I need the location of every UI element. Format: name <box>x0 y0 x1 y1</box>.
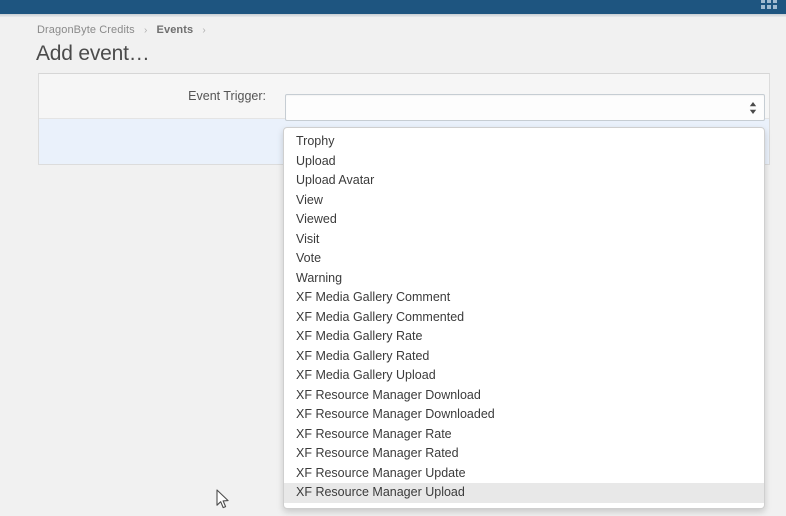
dropdown-option[interactable]: Trophy <box>284 132 764 152</box>
dropdown-option[interactable]: Viewed <box>284 210 764 230</box>
event-trigger-dropdown-list[interactable]: Trophy Upload Upload Avatar View Viewed Visit… <box>283 127 765 509</box>
breadcrumb-item-events[interactable]: Events <box>157 24 194 36</box>
dropdown-option[interactable]: XF Media Gallery Rated <box>284 347 764 367</box>
dropdown-option[interactable]: Warning <box>284 269 764 289</box>
dropdown-option[interactable]: Upload <box>284 152 764 172</box>
dropdown-option[interactable]: Visit <box>284 230 764 250</box>
select-updown-arrow-icon[interactable] <box>749 100 757 116</box>
page-title: Add event… <box>36 42 150 65</box>
event-trigger-select[interactable] <box>285 94 765 121</box>
mouse-pointer <box>216 489 232 511</box>
dropdown-option[interactable]: XF Resource Manager Downloaded <box>284 405 764 425</box>
dropdown-option[interactable]: XF Resource Manager Rated <box>284 444 764 464</box>
app-header-bar <box>0 0 786 14</box>
dropdown-option[interactable]: XF Resource Manager Download <box>284 386 764 406</box>
dropdown-option[interactable]: XF Resource Manager Upload <box>284 483 764 503</box>
breadcrumb-item-dragonbyte-credits[interactable]: DragonByte Credits <box>37 24 135 36</box>
dropdown-option[interactable]: XF Media Gallery Commented <box>284 308 764 328</box>
dropdown-option[interactable]: Vote <box>284 249 764 269</box>
dropdown-option[interactable]: XF Resource Manager Update <box>284 464 764 484</box>
breadcrumb-separator-icon: › <box>143 25 148 36</box>
dropdown-option[interactable]: XF Media Gallery Rate <box>284 327 764 347</box>
dropdown-option[interactable]: XF Media Gallery Upload <box>284 366 764 386</box>
event-trigger-label: Event Trigger: <box>188 89 266 103</box>
dropdown-option[interactable]: View <box>284 191 764 211</box>
breadcrumb-separator-icon-2: › <box>202 25 206 36</box>
breadcrumb: DragonByte Credits › Events › <box>37 24 212 36</box>
dropdown-option[interactable]: Upload Avatar <box>284 171 764 191</box>
page-body: DragonByte Credits › Events › Add event…… <box>0 17 786 516</box>
dropdown-option[interactable]: XF Media Gallery Comment <box>284 288 764 308</box>
app-grid-icon[interactable] <box>760 0 778 12</box>
dropdown-option[interactable]: XF Resource Manager Rate <box>284 425 764 445</box>
